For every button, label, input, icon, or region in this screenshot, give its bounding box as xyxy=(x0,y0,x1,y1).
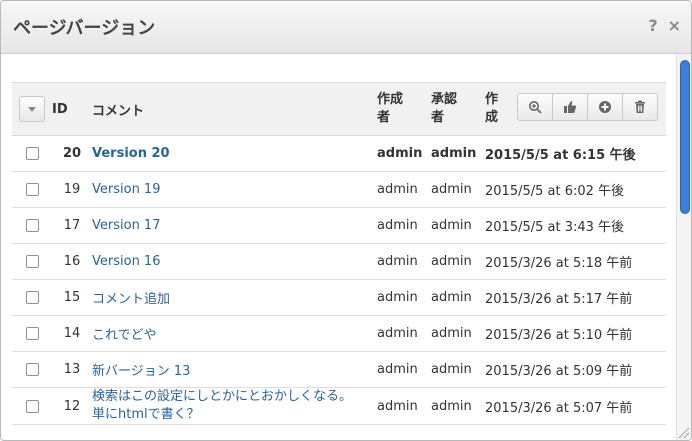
header-author-line2: 者 xyxy=(377,110,391,125)
dialog-content: ID コメント 作成 者 承認 者 作 成 20 Version 20 admi… xyxy=(1,54,677,440)
table-row[interactable]: 19 Version 19 admin admin 2015/5/5 at 6:… xyxy=(12,171,666,208)
add-button[interactable] xyxy=(588,94,623,120)
row-date: 2015/3/26 at 5:09 午前 xyxy=(485,351,666,388)
approve-thumb-icon xyxy=(564,101,577,113)
row-approver: admin xyxy=(431,315,485,352)
dialog-title: ページバージョン xyxy=(13,18,156,39)
row-date: 2015/3/26 at 5:07 午前 xyxy=(485,387,666,425)
row-checkbox[interactable] xyxy=(25,399,39,413)
zoom-icon xyxy=(529,101,542,114)
row-comment-line1: 検索はこの設定にしとかにとおかしくなる。 xyxy=(92,389,353,404)
row-checkbox[interactable] xyxy=(25,291,39,304)
row-approver: admin xyxy=(431,351,485,388)
row-checkbox[interactable] xyxy=(25,183,39,196)
approve-button[interactable] xyxy=(553,94,588,120)
row-id: 19 xyxy=(52,171,92,208)
row-checkbox[interactable] xyxy=(25,327,39,340)
row-comment-link[interactable]: これでどや xyxy=(92,328,157,343)
header-author[interactable]: 作成 者 xyxy=(377,82,431,136)
row-checkbox[interactable] xyxy=(25,147,39,160)
row-approver: admin xyxy=(431,279,485,316)
table-row[interactable]: 16 Version 16 admin admin 2015/3/26 at 5… xyxy=(12,243,666,280)
header-created[interactable]: 作 成 xyxy=(485,91,498,127)
row-approver: admin xyxy=(431,243,485,280)
row-author: admin xyxy=(377,135,431,172)
versions-table: ID コメント 作成 者 承認 者 作 成 20 Version 20 admi… xyxy=(12,82,666,425)
row-id: 16 xyxy=(52,243,92,280)
row-approver: admin xyxy=(431,387,485,425)
vertical-scrollbar[interactable] xyxy=(676,54,691,440)
row-id: 20 xyxy=(52,135,92,172)
column-menu-button[interactable] xyxy=(19,96,45,122)
header-id[interactable]: ID xyxy=(52,82,92,136)
row-comment-link[interactable]: 検索はこの設定にしとかにとおかしくなる。 単にhtmlで書く？ xyxy=(92,389,352,422)
row-date: 2015/5/5 at 6:15 午後 xyxy=(485,135,666,172)
row-author: admin xyxy=(377,207,431,244)
help-icon[interactable]: ? xyxy=(648,16,657,36)
row-comment-link[interactable]: Version 20 xyxy=(92,146,170,161)
table-header-row: ID コメント 作成 者 承認 者 作 成 xyxy=(12,82,666,136)
delete-button[interactable] xyxy=(623,94,657,120)
row-author: admin xyxy=(377,387,431,425)
row-comment-link[interactable]: コメント追加 xyxy=(92,292,170,307)
header-approver[interactable]: 承認 者 xyxy=(431,82,485,136)
table-row[interactable]: 13 新バージョン 13 admin admin 2015/3/26 at 5:… xyxy=(12,351,666,388)
row-comment-link[interactable]: Version 17 xyxy=(92,218,160,233)
header-author-line1: 作成 xyxy=(377,92,404,107)
row-date: 2015/3/26 at 5:18 午前 xyxy=(485,243,666,280)
close-icon[interactable]: × xyxy=(668,16,681,36)
header-approver-line1: 承認 xyxy=(431,92,458,107)
row-author: admin xyxy=(377,351,431,388)
row-approver: admin xyxy=(431,171,485,208)
row-checkbox[interactable] xyxy=(25,255,39,268)
row-comment-link[interactable]: Version 16 xyxy=(92,254,160,269)
table-row[interactable]: 14 これでどや admin admin 2015/3/26 at 5:10 午… xyxy=(12,315,666,352)
row-id: 13 xyxy=(52,351,92,388)
row-date: 2015/3/26 at 5:17 午前 xyxy=(485,279,666,316)
resize-grip-icon[interactable] xyxy=(679,428,689,438)
row-author: admin xyxy=(377,315,431,352)
row-comment-link[interactable]: 新バージョン 13 xyxy=(92,364,190,379)
row-action-toolbar xyxy=(517,93,658,121)
scrollbar-thumb[interactable] xyxy=(680,60,690,214)
row-id: 17 xyxy=(52,207,92,244)
header-created-line2: 成 xyxy=(485,110,499,125)
row-date: 2015/5/5 at 6:02 午後 xyxy=(485,171,666,208)
row-author: admin xyxy=(377,243,431,280)
row-comment-line2: 単にhtmlで書く？ xyxy=(92,407,200,422)
row-approver: admin xyxy=(431,135,485,172)
header-approver-line2: 者 xyxy=(431,110,445,125)
table-row[interactable]: 15 コメント追加 admin admin 2015/3/26 at 5:17 … xyxy=(12,279,666,316)
row-author: admin xyxy=(377,279,431,316)
zoom-button[interactable] xyxy=(518,94,553,120)
row-author: admin xyxy=(377,171,431,208)
row-approver: admin xyxy=(431,207,485,244)
row-checkbox[interactable] xyxy=(25,363,39,376)
table-row[interactable]: 20 Version 20 admin admin 2015/5/5 at 6:… xyxy=(12,135,666,172)
table-row[interactable]: 17 Version 17 admin admin 2015/5/5 at 3:… xyxy=(12,207,666,244)
row-date: 2015/3/26 at 5:10 午前 xyxy=(485,315,666,352)
dialog-titlebar[interactable]: ページバージョン ? × xyxy=(1,1,691,54)
trash-icon xyxy=(635,100,645,113)
header-created-line1: 作 xyxy=(485,92,499,107)
row-id: 12 xyxy=(52,387,92,425)
page-versions-dialog: ページバージョン ? × ID コメント 作成 者 承認 者 作 成 20 Ve… xyxy=(0,0,692,441)
add-icon xyxy=(599,101,611,113)
row-id: 15 xyxy=(52,279,92,316)
row-checkbox[interactable] xyxy=(25,219,39,232)
row-date: 2015/5/5 at 3:43 午後 xyxy=(485,207,666,244)
table-row[interactable]: 12 検索はこの設定にしとかにとおかしくなる。 単にhtmlで書く？ admin… xyxy=(12,387,666,425)
header-comment[interactable]: コメント xyxy=(92,82,377,136)
row-comment-link[interactable]: Version 19 xyxy=(92,182,160,197)
row-id: 14 xyxy=(52,315,92,352)
